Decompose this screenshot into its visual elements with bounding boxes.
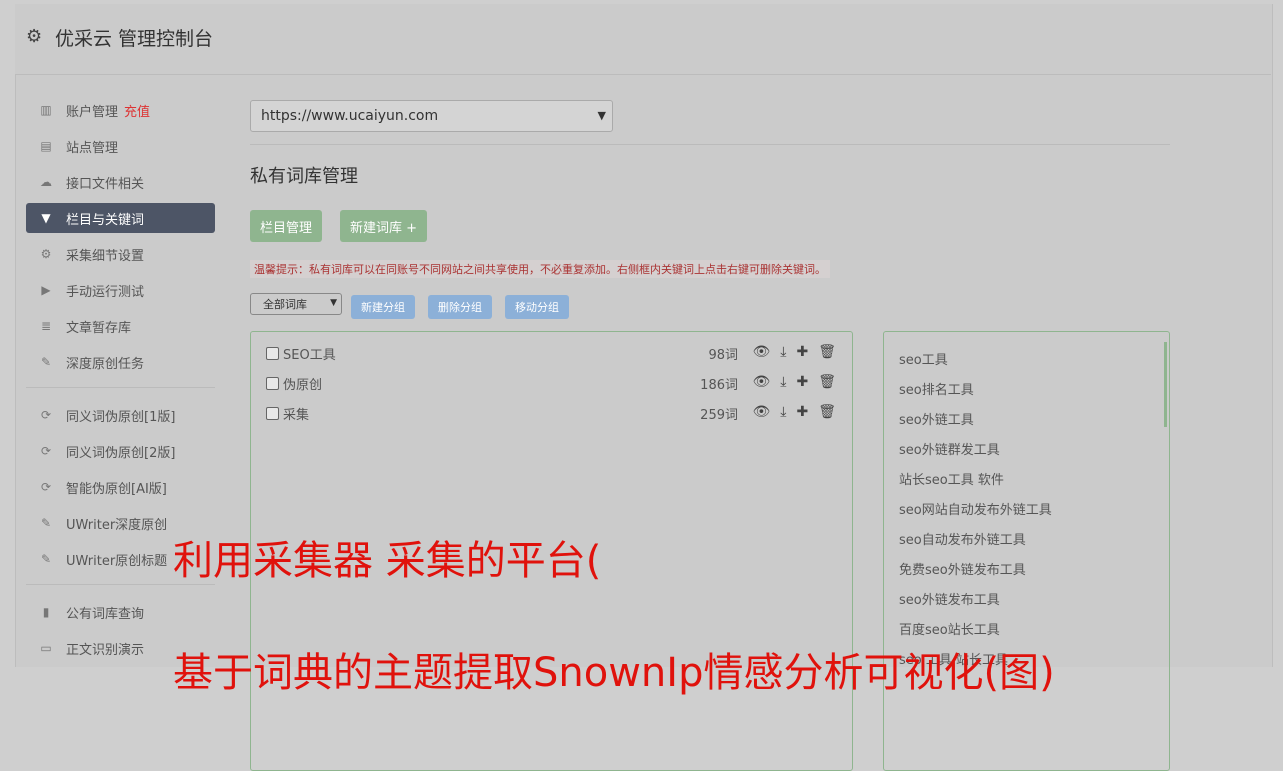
group-select[interactable]: 全部词库 ▼ [250,293,342,315]
sidebar-item-article-storage[interactable]: ≣ 文章暂存库 [26,311,215,341]
plus-icon[interactable]: ✚ [796,374,808,390]
sidebar-item-account[interactable]: ▥ 账户管理 充值 [26,95,215,125]
keyword-item[interactable]: seo外链群发工具 [899,439,1000,458]
library-checkbox[interactable] [266,347,279,360]
library-count: 259词 [700,408,738,423]
sidebar-item-label: 栏目与关键词 [66,212,145,228]
refresh-icon: ⟳ [40,408,52,422]
library-name[interactable]: 采集 [283,404,309,423]
sidebar-item-synonym-v2[interactable]: ⟳ 同义词伪原创[2版] [26,436,215,466]
eye-icon[interactable]: 👁 [753,374,771,390]
download-icon[interactable]: ⤓ [780,374,786,390]
library-checkbox[interactable] [266,377,279,390]
download-icon[interactable]: ⤓ [780,344,786,360]
site-select-value: https://www.ucaiyun.com [261,108,439,124]
edit-icon: ✎ [40,516,52,530]
sidebar-item-synonym-v1[interactable]: ⟳ 同义词伪原创[1版] [26,400,215,430]
sidebar-divider [26,387,215,388]
sidebar-item-label: 同义词伪原创[1版] [66,409,176,425]
keyword-item[interactable]: seo自动发布外链工具 [899,529,1026,548]
plus-icon[interactable]: ✚ [796,404,808,420]
sidebar-item-ai-rewrite[interactable]: ⟳ 智能伪原创[AI版] [26,472,215,502]
refresh-icon: ⟳ [40,480,52,494]
trash-icon[interactable]: 🗑 [818,344,836,360]
tip-text: 温馨提示：私有词库可以在同账号不同网站之间共享使用，不必重复添加。右侧框内关键词… [250,260,830,278]
sidebar-item-public-lib[interactable]: ▮ 公有词库查询 [26,597,215,627]
move-group-button[interactable]: 移动分组 [505,295,569,319]
monitor-icon: ▭ [40,641,52,655]
app-title: 优采云 管理控制台 [55,28,214,50]
library-name[interactable]: 伪原创 [283,374,322,393]
play-icon: ▶ [41,283,51,297]
book-icon: ▮ [42,605,50,619]
chevron-down-icon: ▼ [330,298,337,308]
sidebar-item-label: 智能伪原创[AI版] [66,481,167,497]
header-bar: ⚙ 优采云 管理控制台 [15,4,1271,75]
library-name[interactable]: SEO工具 [283,344,336,363]
sidebar-item-manual-run[interactable]: ▶ 手动运行测试 [26,275,215,305]
trash-icon[interactable]: 🗑 [818,374,836,390]
cloud-upload-icon: ☁ [40,175,52,189]
sidebar-item-sites[interactable]: ▤ 站点管理 [26,131,215,161]
sidebar-item-label: 深度原创任务 [66,356,145,372]
keyword-item[interactable]: seo外链工具 [899,409,974,428]
sidebar-item-deep-original[interactable]: ✎ 深度原创任务 [26,347,215,377]
refresh-icon: ⟳ [40,444,52,458]
gear-icon: ⚙ [26,26,43,47]
library-row: 伪原创 186词 👁 ⤓ ✚ 🗑 [266,374,836,394]
keyword-item[interactable]: seo外链发布工具 [899,589,1000,608]
overlay-caption-1: 利用采集器 采集的平台( [173,538,602,584]
sidebar-item-label: UWriter深度原创 [66,517,168,533]
keyword-item[interactable]: 百度seo站长工具 [899,619,1000,638]
filter-icon: ▼ [41,211,51,225]
library-checkbox[interactable] [266,407,279,420]
group-select-value: 全部词库 [263,298,307,311]
keyword-item[interactable]: seo网站自动发布外链工具 [899,499,1052,518]
sidebar-item-label: 正文识别演示 [66,642,145,658]
eye-icon[interactable]: 👁 [753,404,771,420]
sidebar-item-label: 公有词库查询 [66,606,145,622]
library-row: 采集 259词 👁 ⤓ ✚ 🗑 [266,404,836,424]
keyword-list: seo工具 seo排名工具 seo外链工具 seo外链群发工具 站长seo工具 … [883,331,1170,771]
library-count: 186词 [700,378,738,393]
scrollbar[interactable] [1164,342,1167,427]
cogs-icon: ⚙ [40,247,52,261]
edit-icon: ✎ [40,355,52,369]
keyword-item[interactable]: 免费seo外链发布工具 [899,559,1026,578]
sidebar-item-label: 接口文件相关 [66,176,145,192]
sidebar-item-label: 同义词伪原创[2版] [66,445,176,461]
sidebar-item-label: 采集细节设置 [66,248,145,264]
sidebar-item-label: 文章暂存库 [66,320,132,336]
overlay-caption-2: 基于词典的主题提取SnownIp情感分析可视化(图) [173,650,1055,696]
new-group-button[interactable]: 新建分组 [351,295,415,319]
divider [250,144,1170,145]
library-count: 98词 [708,348,738,363]
server-icon: ▤ [40,139,52,153]
sidebar-item-label: 手动运行测试 [66,284,145,300]
page-title: 私有词库管理 [250,166,358,187]
sidebar-item-columns-keywords[interactable]: ▼ 栏目与关键词 [26,203,215,233]
sidebar-item-label: UWriter原创标题 [66,553,168,569]
new-library-button[interactable]: 新建词库 + [340,210,428,242]
chevron-down-icon: ▼ [597,109,606,122]
sidebar-item-interface-files[interactable]: ☁ 接口文件相关 [26,167,215,197]
edit-icon: ✎ [40,552,52,566]
database-icon: ≣ [40,319,52,333]
plus-icon[interactable]: ✚ [796,344,808,360]
download-icon[interactable]: ⤓ [780,404,786,420]
keyword-item[interactable]: seo工具 [899,349,948,368]
column-manage-button[interactable]: 栏目管理 [250,210,323,242]
trash-icon[interactable]: 🗑 [818,404,836,420]
delete-group-button[interactable]: 删除分组 [428,295,492,319]
sidebar-item-label: 账户管理 [66,104,119,120]
recharge-link[interactable]: 充值 [124,101,150,120]
keyword-item[interactable]: 站长seo工具 软件 [899,469,1004,488]
library-row: SEO工具 98词 👁 ⤓ ✚ 🗑 [266,344,836,364]
keyword-item[interactable]: seo排名工具 [899,379,974,398]
site-select[interactable]: https://www.ucaiyun.com ▼ [250,100,613,132]
bar-chart-icon: ▥ [40,103,52,117]
sidebar-item-collect-settings[interactable]: ⚙ 采集细节设置 [26,239,215,269]
sidebar-item-label: 站点管理 [66,140,119,156]
eye-icon[interactable]: 👁 [753,344,771,360]
